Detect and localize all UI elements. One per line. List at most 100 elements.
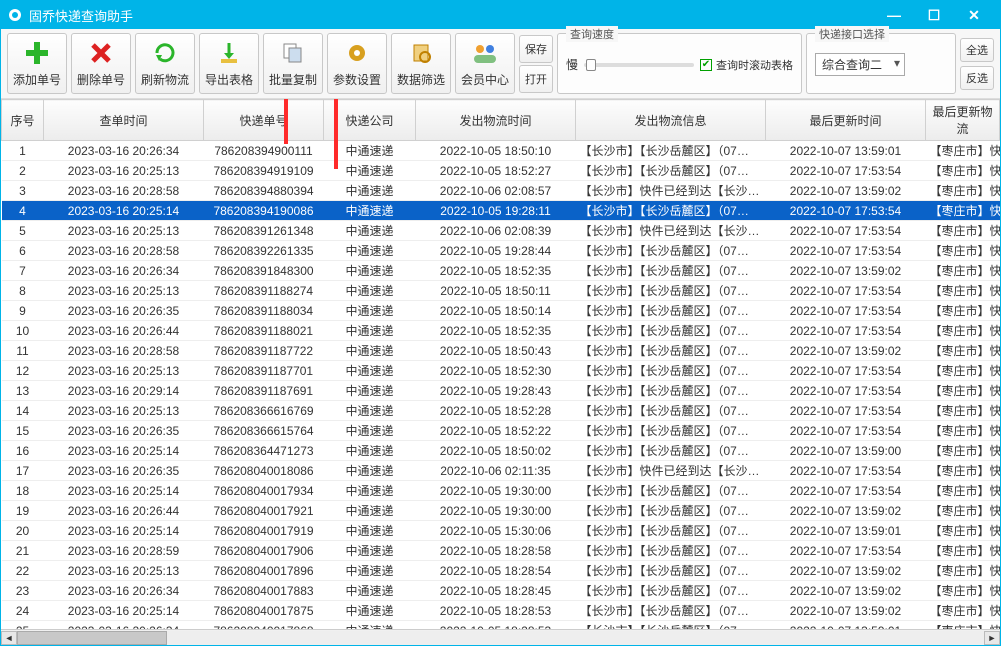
cell: 【长沙市】【长沙岳麓区】（07… [576,361,766,381]
cell: 【枣庄市】快件 [926,301,1000,321]
table-row[interactable]: 252023-03-16 20:26:34786208040017868中通速递… [2,621,1000,630]
cell: 786208364471273 [204,441,324,461]
batch-copy-button[interactable]: 批量复制 [263,33,323,94]
cell: 10 [2,321,44,341]
table-row[interactable]: 242023-03-16 20:25:14786208040017875中通速递… [2,601,1000,621]
cross-icon [87,39,115,67]
cell: 17 [2,461,44,481]
member-label: 会员中心 [461,71,509,88]
speed-slider[interactable] [584,63,694,67]
col-ship-info[interactable]: 发出物流信息 [576,100,766,141]
table-row[interactable]: 52023-03-16 20:25:13786208391261348中通速递2… [2,221,1000,241]
cell: 1 [2,141,44,161]
del-label: 删除单号 [77,71,125,88]
people-icon [471,39,499,67]
invert-select-button[interactable]: 反选 [960,66,994,90]
cell: 2022-10-05 18:50:10 [416,141,576,161]
export-button[interactable]: 导出表格 [199,33,259,94]
table-row[interactable]: 82023-03-16 20:25:13786208391188274中通速递2… [2,281,1000,301]
close-button[interactable]: ✕ [954,4,994,26]
maximize-button[interactable]: ☐ [914,4,954,26]
table-row[interactable]: 32023-03-16 20:28:58786208394880394中通速递2… [2,181,1000,201]
add-tracking-button[interactable]: 添加单号 [7,33,67,94]
cell: 786208391188021 [204,321,324,341]
table-row[interactable]: 182023-03-16 20:25:14786208040017934中通速递… [2,481,1000,501]
col-tracking-no[interactable]: 快递单号 [204,100,324,141]
cell: 【长沙市】【长沙岳麓区】（07… [576,381,766,401]
col-ship-time[interactable]: 发出物流时间 [416,100,576,141]
slow-label: 慢 [566,56,578,73]
col-company[interactable]: 快递公司 [324,100,416,141]
table-row[interactable]: 152023-03-16 20:26:35786208366615764中通速递… [2,421,1000,441]
col-idx[interactable]: 序号 [2,100,44,141]
horizontal-scrollbar[interactable]: ◄ ► [1,629,1000,645]
table-row[interactable]: 172023-03-16 20:26:35786208040018086中通速递… [2,461,1000,481]
table-row[interactable]: 192023-03-16 20:26:44786208040017921中通速递… [2,501,1000,521]
cell: 16 [2,441,44,461]
table-row[interactable]: 112023-03-16 20:28:58786208391187722中通速递… [2,341,1000,361]
table-row[interactable]: 122023-03-16 20:25:13786208391187701中通速递… [2,361,1000,381]
cell: 2022-10-07 13:59:02 [766,581,926,601]
cell: 786208040018086 [204,461,324,481]
cell: 786208391261348 [204,221,324,241]
scroll-track[interactable] [17,631,984,645]
cell: 786208391188034 [204,301,324,321]
table-row[interactable]: 222023-03-16 20:25:13786208040017896中通速递… [2,561,1000,581]
cell: 中通速递 [324,421,416,441]
col-last-flow[interactable]: 最后更新物流 [926,100,1000,141]
cell: 2022-10-07 17:53:54 [766,381,926,401]
table-row[interactable]: 232023-03-16 20:26:34786208040017883中通速递… [2,581,1000,601]
cell: 【枣庄市】快件 [926,181,1000,201]
filter-button[interactable]: 数据筛选 [391,33,451,94]
table-row[interactable]: 102023-03-16 20:26:44786208391188021中通速递… [2,321,1000,341]
table-row[interactable]: 92023-03-16 20:26:35786208391188034中通速递2… [2,301,1000,321]
cell: 2023-03-16 20:26:44 [44,321,204,341]
open-button[interactable]: 打开 [519,65,553,93]
table-row[interactable]: 132023-03-16 20:29:14786208391187691中通速递… [2,381,1000,401]
save-button[interactable]: 保存 [519,35,553,63]
scroll-left-arrow[interactable]: ◄ [1,631,17,645]
table-row[interactable]: 12023-03-16 20:26:34786208394900111中通速递2… [2,141,1000,161]
export-icon [215,39,243,67]
table-row[interactable]: 212023-03-16 20:28:59786208040017906中通速递… [2,541,1000,561]
cell: 2022-10-05 18:52:30 [416,361,576,381]
table-row[interactable]: 142023-03-16 20:25:13786208366616769中通速递… [2,401,1000,421]
settings-button[interactable]: 参数设置 [327,33,387,94]
scroll-thumb[interactable] [17,631,167,645]
table-row[interactable]: 202023-03-16 20:25:14786208040017919中通速递… [2,521,1000,541]
interface-combo[interactable]: 综合查询二 [815,53,905,76]
cell: 2022-10-07 13:59:01 [766,521,926,541]
tracking-table-wrap: 序号 查单时间 快递单号 快递公司 发出物流时间 发出物流信息 最后更新时间 最… [1,99,1000,629]
cell: 2023-03-16 20:25:14 [44,481,204,501]
cell: 【长沙市】【长沙岳麓区】（07… [576,441,766,461]
cell: 786208040017921 [204,501,324,521]
table-row[interactable]: 72023-03-16 20:26:34786208391848300中通速递2… [2,261,1000,281]
table-row[interactable]: 162023-03-16 20:25:14786208364471273中通速递… [2,441,1000,461]
cell: 2023-03-16 20:25:14 [44,441,204,461]
cell: 中通速递 [324,481,416,501]
scroll-on-query-checkbox[interactable]: ✔ 查询时滚动表格 [700,57,793,73]
minimize-button[interactable]: — [874,4,914,26]
cell: 【枣庄市】快件 [926,541,1000,561]
delete-tracking-button[interactable]: 删除单号 [71,33,131,94]
scroll-right-arrow[interactable]: ► [984,631,1000,645]
cell: 【长沙市】【长沙岳麓区】（07… [576,521,766,541]
tracking-table[interactable]: 序号 查单时间 快递单号 快递公司 发出物流时间 发出物流信息 最后更新时间 最… [1,99,1000,629]
cell: 【枣庄市】快件 [926,141,1000,161]
cell: 中通速递 [324,241,416,261]
interface-group: 快递接口选择 综合查询二 [806,33,956,94]
cell: 中通速递 [324,501,416,521]
select-all-button[interactable]: 全选 [960,38,994,62]
cell: 2022-10-07 13:59:01 [766,141,926,161]
member-button[interactable]: 会员中心 [455,33,515,94]
table-row[interactable]: 22023-03-16 20:25:13786208394919109中通速递2… [2,161,1000,181]
cell: 2022-10-05 18:28:53 [416,601,576,621]
cell: 【枣庄市】快件 [926,501,1000,521]
table-row[interactable]: 62023-03-16 20:28:58786208392261335中通速递2… [2,241,1000,261]
cell: 2022-10-05 19:28:44 [416,241,576,261]
cell: 2022-10-07 13:59:02 [766,501,926,521]
table-row[interactable]: 42023-03-16 20:25:14786208394190086中通速递2… [2,201,1000,221]
col-update-time[interactable]: 最后更新时间 [766,100,926,141]
col-query-time[interactable]: 查单时间 [44,100,204,141]
refresh-button[interactable]: 刷新物流 [135,33,195,94]
